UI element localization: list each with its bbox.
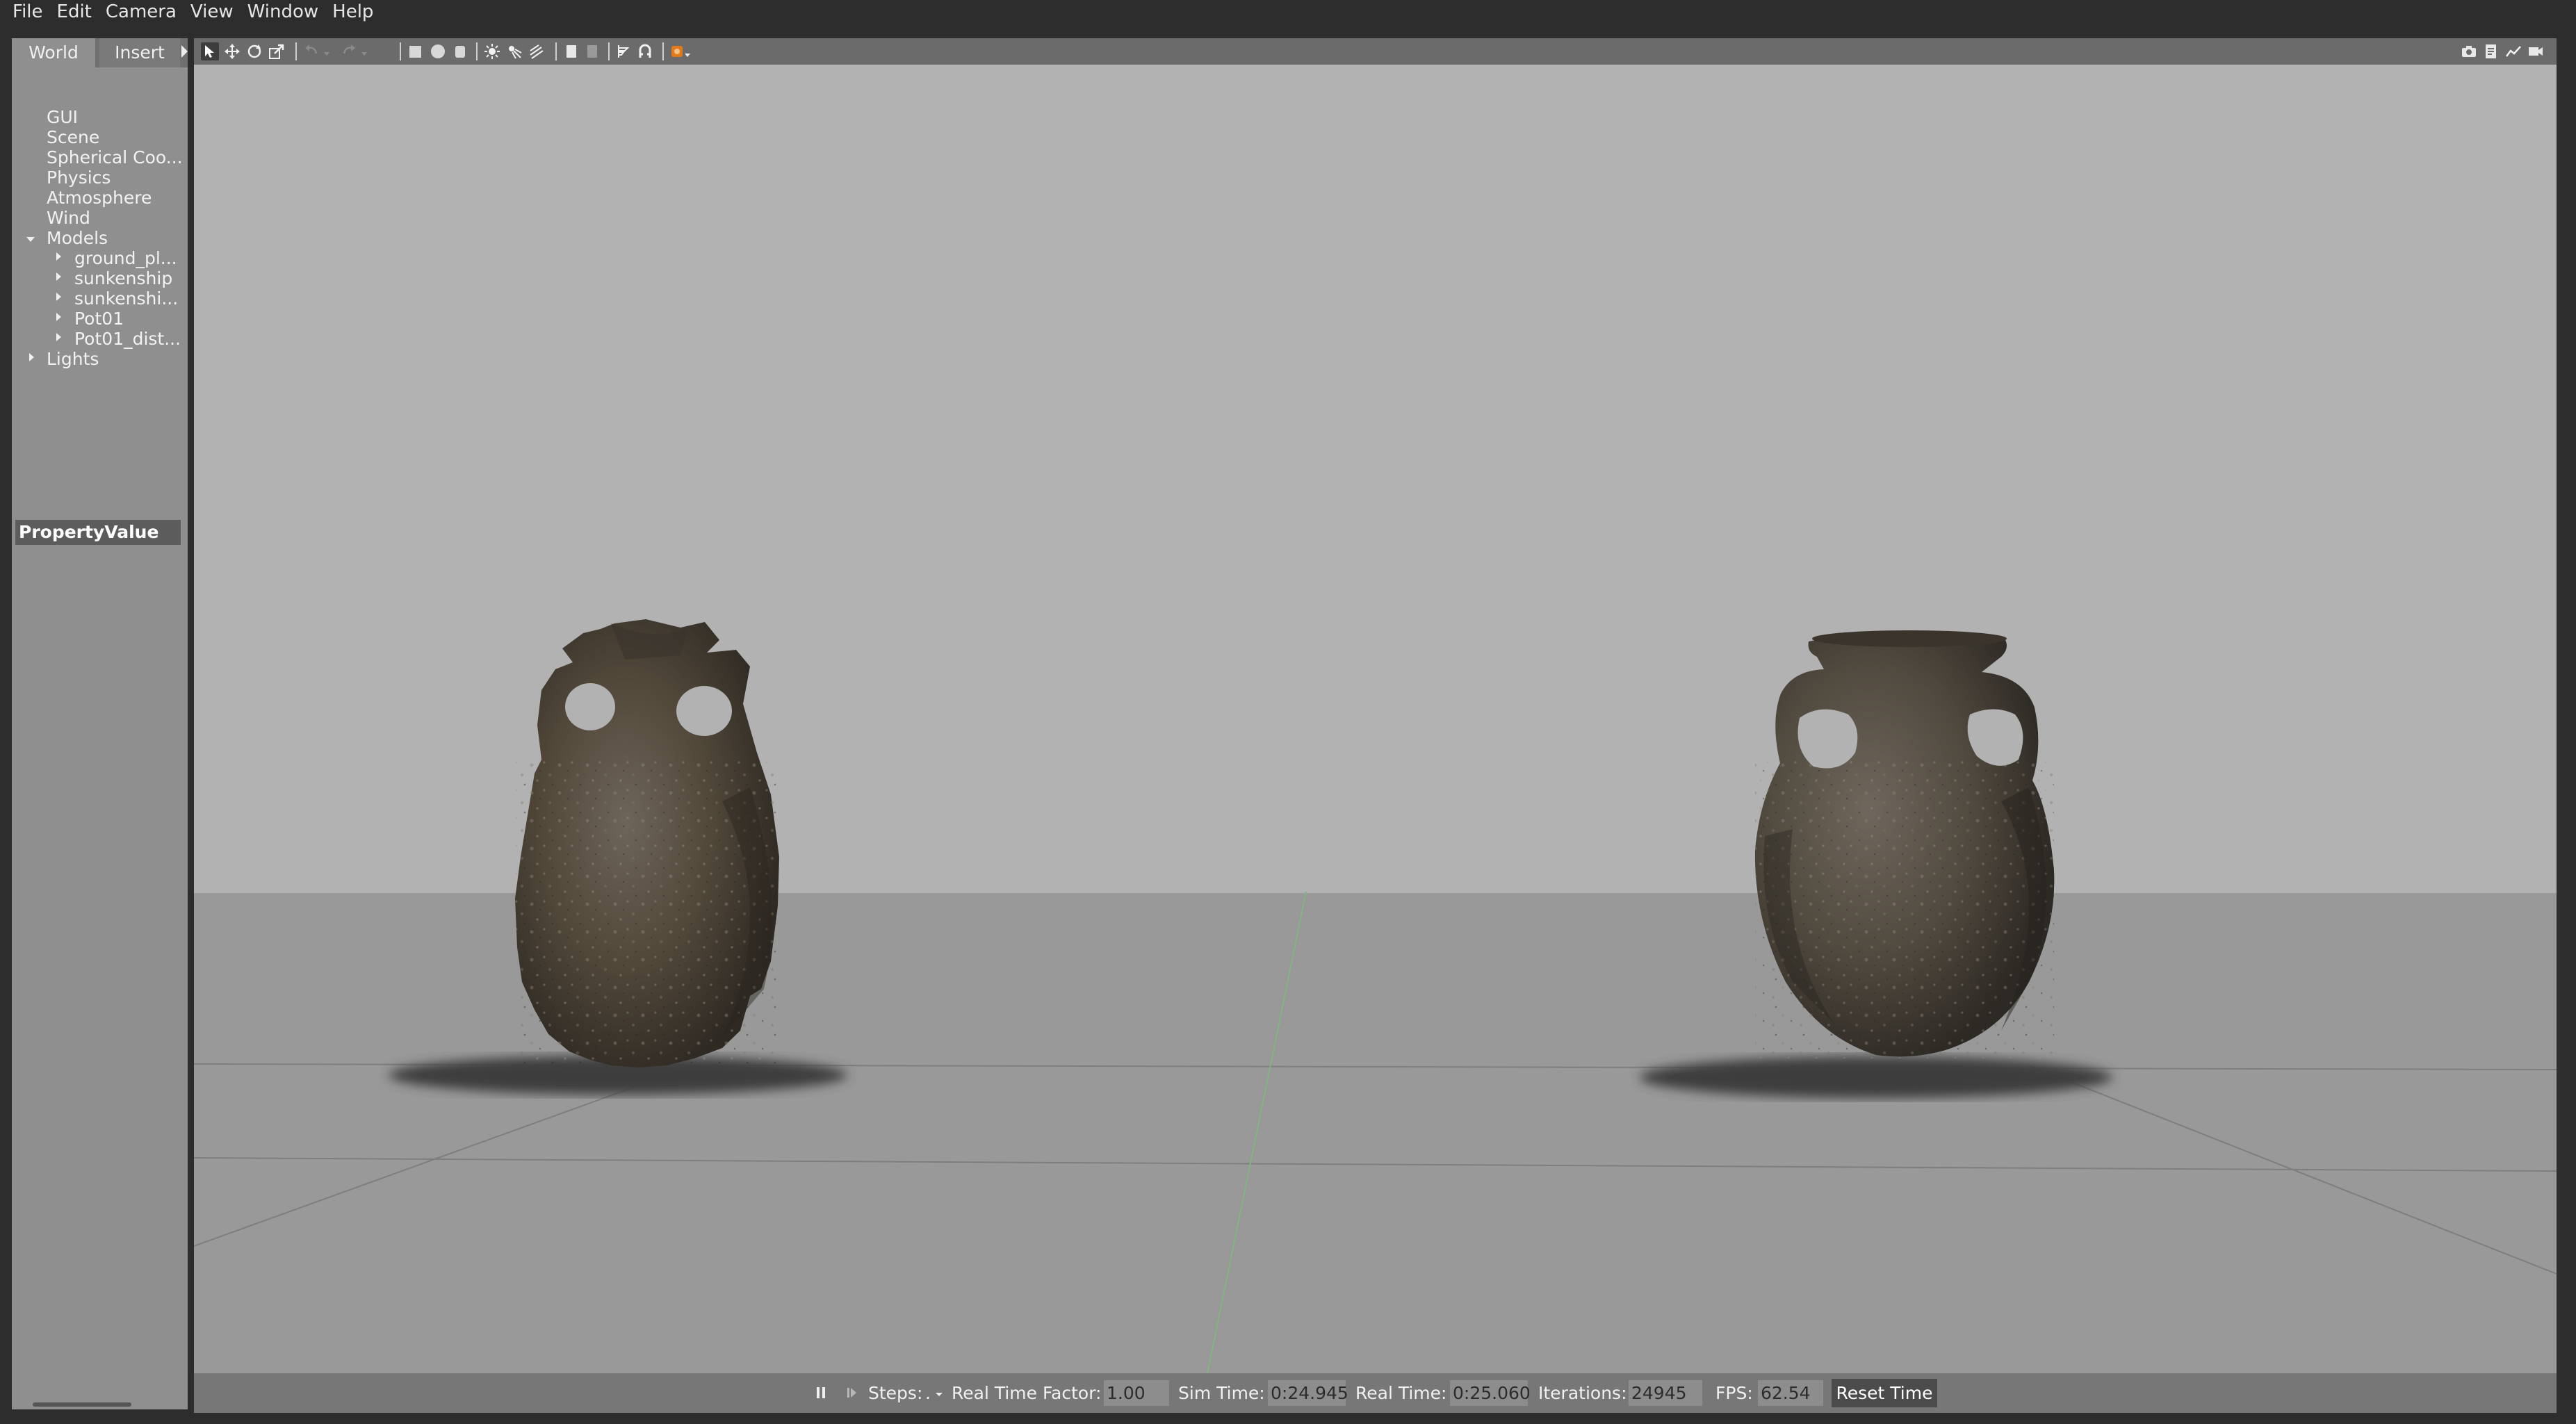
- tree-item-atmosphere[interactable]: Atmosphere: [47, 188, 152, 208]
- tree-item-model[interactable]: Pot01: [74, 309, 188, 329]
- snap-icon[interactable]: [636, 42, 654, 60]
- toolbar-separator: [295, 42, 297, 60]
- log-icon[interactable]: [2482, 42, 2500, 60]
- plot-icon[interactable]: [2504, 42, 2522, 60]
- undo-icon[interactable]: [302, 42, 320, 60]
- cylinder-icon[interactable]: [451, 42, 469, 60]
- toolbar-separator: [608, 42, 610, 60]
- fps-value: 62.54: [1758, 1380, 1823, 1406]
- undo-dropdown-icon[interactable]: [322, 42, 332, 60]
- left-panel: World Insert GUI Scene Spherical Coo... …: [12, 38, 188, 1409]
- horizontal-scrollbar[interactable]: [33, 1402, 131, 1407]
- menu-bar: File Edit Camera View Window Help: [0, 0, 2576, 24]
- directional-light-icon[interactable]: [528, 42, 546, 60]
- tree-item-gui[interactable]: GUI: [47, 107, 78, 127]
- menu-view[interactable]: View: [184, 0, 240, 24]
- real-time-value: 0:25.060: [1450, 1380, 1531, 1406]
- redo-dropdown-icon[interactable]: [359, 42, 369, 60]
- menu-help[interactable]: Help: [326, 0, 380, 24]
- expand-right-icon[interactable]: [56, 313, 61, 321]
- fps-label: FPS:: [1715, 1383, 1753, 1403]
- viewport-toolbar: [194, 38, 2557, 65]
- align-icon[interactable]: [615, 42, 633, 60]
- menu-edit[interactable]: Edit: [51, 0, 98, 24]
- sim-time-value: 0:24.945: [1268, 1380, 1348, 1406]
- box-icon[interactable]: [407, 42, 425, 60]
- steps-label: Steps:: [868, 1383, 923, 1403]
- iterations-label: Iterations:: [1538, 1383, 1627, 1403]
- expand-right-icon[interactable]: [56, 272, 61, 281]
- scale-icon[interactable]: [268, 42, 286, 60]
- expand-right-icon[interactable]: [56, 293, 61, 301]
- tree-item-model[interactable]: ground_pl...: [74, 248, 188, 268]
- tree-item-model[interactable]: sunkenshi...: [74, 288, 188, 309]
- menu-file[interactable]: File: [6, 0, 49, 24]
- redo-icon[interactable]: [340, 42, 358, 60]
- point-light-icon[interactable]: [483, 42, 501, 60]
- sim-time-label: Sim Time:: [1178, 1383, 1265, 1403]
- select-icon[interactable]: [201, 42, 219, 60]
- steps-dropdown-icon[interactable]: [934, 1373, 945, 1413]
- rotate-icon[interactable]: [245, 42, 263, 60]
- expand-right-icon[interactable]: [29, 353, 34, 361]
- expand-right-icon[interactable]: [56, 252, 61, 261]
- tree-item-model[interactable]: Pot01_dist...: [74, 329, 188, 349]
- tree-item-physics[interactable]: Physics: [47, 167, 111, 188]
- menu-camera[interactable]: Camera: [99, 0, 183, 24]
- pause-button[interactable]: [815, 1373, 829, 1413]
- tab-scroll-right-icon[interactable]: [181, 45, 188, 58]
- expand-right-icon[interactable]: [56, 333, 61, 341]
- broken-pot-model[interactable]: [515, 619, 779, 1067]
- menu-window[interactable]: Window: [241, 0, 325, 24]
- view-angle-icon[interactable]: [669, 42, 692, 60]
- reset-time-button[interactable]: Reset Time: [1832, 1379, 1937, 1407]
- tree-item-lights[interactable]: Lights: [47, 349, 99, 369]
- spot-light-icon[interactable]: [505, 42, 523, 60]
- video-icon[interactable]: [2527, 42, 2545, 60]
- panel-tabs: World Insert: [12, 38, 188, 67]
- scene-canvas[interactable]: [194, 65, 2557, 1373]
- step-button[interactable]: [846, 1373, 860, 1413]
- tab-insert[interactable]: Insert: [99, 38, 180, 67]
- tab-world[interactable]: World: [12, 38, 95, 67]
- tree-item-wind[interactable]: Wind: [47, 208, 90, 228]
- toolbar-separator: [555, 42, 557, 60]
- pot-model[interactable]: [1754, 630, 2055, 1058]
- tree-item-spherical-coordinates[interactable]: Spherical Coo...: [47, 147, 188, 167]
- screenshot-icon[interactable]: [2460, 42, 2478, 60]
- sphere-icon[interactable]: [429, 42, 447, 60]
- toolbar-separator: [400, 42, 401, 60]
- tree-item-model[interactable]: sunkenship: [74, 268, 188, 288]
- real-time-label: Real Time:: [1355, 1383, 1447, 1403]
- iterations-value: 24945: [1629, 1380, 1702, 1406]
- paste-icon[interactable]: [583, 42, 601, 60]
- steps-value[interactable]: .: [925, 1373, 931, 1413]
- real-time-factor-label: Real Time Factor:: [952, 1383, 1102, 1403]
- status-bar: Steps: . Real Time Factor: 1.00 Sim Time…: [194, 1373, 2557, 1413]
- expand-down-icon[interactable]: [26, 237, 35, 242]
- tree-item-scene[interactable]: Scene: [47, 127, 99, 147]
- translate-icon[interactable]: [223, 42, 241, 60]
- render-viewport[interactable]: Steps: . Real Time Factor: 1.00 Sim Time…: [194, 38, 2557, 1413]
- toolbar-separator: [476, 42, 478, 60]
- property-table-header: PropertyValue: [15, 520, 181, 545]
- copy-icon[interactable]: [562, 42, 580, 60]
- toolbar-separator: [662, 42, 664, 60]
- pot-shadow-right: [1640, 1056, 2112, 1098]
- tree-item-models[interactable]: Models: [47, 228, 108, 248]
- real-time-factor-value: 1.00: [1104, 1380, 1169, 1406]
